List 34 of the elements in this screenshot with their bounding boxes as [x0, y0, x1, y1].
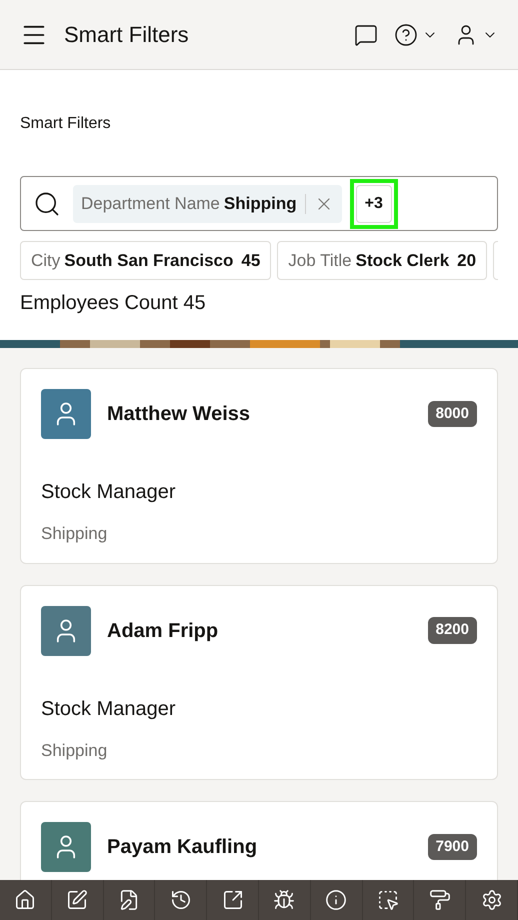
- more-filters-button[interactable]: +3: [356, 184, 392, 222]
- employee-card[interactable]: Matthew Weiss 8000 Stock Manager Shipping: [20, 368, 498, 564]
- facet-chip[interactable]: Job Title Stock Clerk 20: [277, 241, 488, 280]
- help-icon: [394, 22, 418, 46]
- search-field[interactable]: Department Name Shipping +3: [20, 176, 498, 231]
- paint-roller-icon: [428, 889, 451, 911]
- facet-chip[interactable]: City South San Francisco 45: [20, 241, 272, 280]
- department-name: Shipping: [41, 523, 108, 545]
- pointer-select-icon: [376, 889, 399, 911]
- info-icon: [325, 889, 348, 911]
- employee-card[interactable]: Payam Kaufling 7900: [20, 801, 498, 880]
- external-link-icon: [222, 889, 244, 911]
- salary-badge: 7900: [428, 834, 477, 860]
- settings-icon: [480, 889, 503, 911]
- home-icon: [14, 889, 36, 911]
- employee-card[interactable]: Adam Fripp 8200 Stock Manager Shipping: [20, 584, 498, 780]
- speech-bubble-icon: [354, 22, 378, 46]
- edit-icon: [66, 889, 88, 911]
- employee-name: Payam Kaufling: [107, 835, 258, 860]
- employee-name: Matthew Weiss: [107, 402, 250, 427]
- filter-chip: Department Name Shipping: [73, 184, 342, 222]
- app-title: Smart Filters: [64, 21, 189, 49]
- job-title: Stock Manager: [41, 480, 177, 505]
- salary-badge: 8000: [428, 400, 477, 428]
- search-icon: [33, 190, 61, 218]
- region-title: Smart Filters: [20, 114, 112, 134]
- bug-icon: [273, 889, 296, 911]
- employee-name: Adam Fripp: [107, 618, 218, 644]
- history-icon: [170, 889, 192, 911]
- feedback-button[interactable]: [354, 22, 378, 46]
- department-name: Shipping: [41, 740, 108, 762]
- employees-count: Employees Count 45: [20, 291, 207, 316]
- job-title: Stock Manager: [41, 696, 177, 722]
- salary-badge: 8200: [428, 617, 477, 644]
